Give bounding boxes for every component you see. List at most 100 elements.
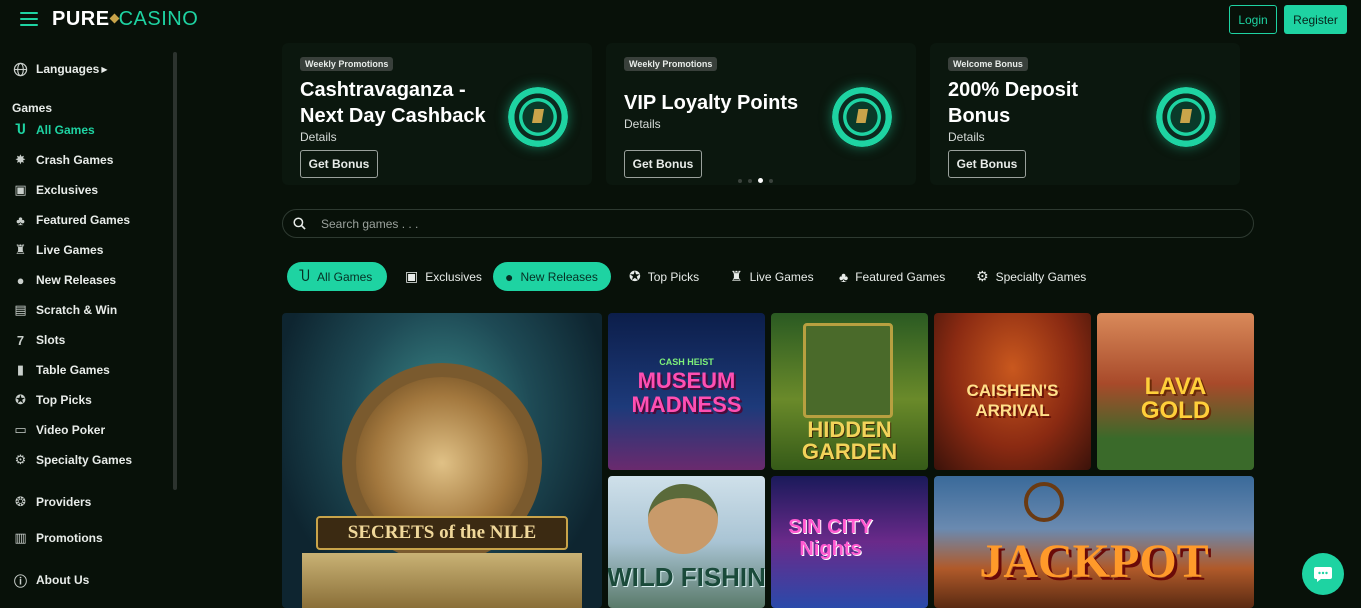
promo-card[interactable]: Weekly Promotions VIP Loyalty Points Det… [606,43,916,185]
sidebar-item-top-picks[interactable]: ✪ Top Picks [12,390,92,410]
menu-icon[interactable] [20,12,38,26]
logo[interactable]: PURE CASINO [52,8,198,31]
promo-details-link[interactable]: Details [624,117,661,131]
sidebar-item-about-us[interactable]: ⓘ About Us [12,570,89,590]
caret-right-icon: ▶ [101,64,108,74]
dealer-icon: ♜ [730,268,743,284]
carousel-dot[interactable] [738,179,742,183]
chat-bubble-icon [1314,567,1332,582]
scratch-ticket-icon: ▤ [14,302,27,317]
horseshoe-icon: Ⴎ [299,268,310,284]
tab-exclusives[interactable]: ▣ Exclusives [393,262,494,291]
game-title: JACKPOT [979,535,1209,588]
game-title: MUSEUM MADNESS [631,368,742,417]
tab-live-games[interactable]: ♜ Live Games [718,262,826,291]
carousel-dot[interactable] [769,179,773,183]
medal-icon: ✪ [15,392,26,407]
game-title: SIN CITY Nights [788,516,873,560]
sidebar-item-table-games[interactable]: ▮ Table Games [12,360,110,380]
game-tile[interactable]: SIN CITY Nights [771,476,928,608]
promo-tag: Weekly Promotions [624,57,718,71]
sidebar-item-video-poker[interactable]: ▭ Video Poker [12,420,105,440]
game-tile[interactable]: SECRETS of the NILE [282,313,602,608]
game-tile[interactable]: JACKPOT [934,476,1254,608]
horseshoe-icon: Ⴎ [15,122,26,137]
promo-title: 200% Deposit Bonus [948,79,1079,127]
gift-icon: ▥ [14,530,27,545]
promo-details-link[interactable]: Details [300,130,337,144]
game-title: CAISHEN'S ARRIVAL [966,381,1059,420]
promo-details-link[interactable]: Details [948,130,985,144]
sidebar-item-providers[interactable]: ❂ Providers [12,492,91,512]
sidebar-item-featured-games[interactable]: ♣ Featured Games [12,210,130,230]
search-input[interactable] [321,215,1221,233]
get-bonus-button[interactable]: Get Bonus [948,150,1026,178]
game-tile[interactable]: LAVA GOLD [1097,313,1254,470]
sidebar-item-promotions[interactable]: ▥ Promotions [12,528,102,548]
cherries-icon: ● [16,272,25,288]
tab-new-releases[interactable]: ● New Releases [493,262,611,291]
search-icon [293,217,306,230]
cards-icon: ▮ [16,362,25,377]
dealer-icon: ♜ [14,242,27,257]
carousel-dots [738,178,773,183]
logo-diamond-icon [109,13,120,24]
sidebar-item-all-games[interactable]: Ⴎ All Games [12,120,94,140]
game-title: SECRETS of the NILE [316,516,568,550]
promo-title: VIP Loyalty Points [624,92,799,114]
game-tile[interactable]: CASH HEIST MUSEUM MADNESS [608,313,765,470]
promo-card[interactable]: Welcome Bonus 200% Deposit Bonus Details… [930,43,1240,185]
sidebar-item-specialty-games[interactable]: ⚙ Specialty Games [12,450,132,470]
tab-top-picks[interactable]: ✪ Top Picks [617,262,711,291]
register-button[interactable]: Register [1284,5,1347,34]
game-tile[interactable]: WILD FISHIN [608,476,765,608]
gear-icon: ⚙ [14,452,27,467]
video-poker-icon: ▭ [14,422,27,437]
tab-all-games[interactable]: Ⴎ All Games [287,262,387,291]
game-title: WILD FISHIN [608,562,765,592]
casino-chip-icon [1156,87,1216,147]
chat-button[interactable] [1302,553,1344,595]
medal-icon: ✪ [629,268,641,284]
casino-chip-icon [832,87,892,147]
get-bonus-button[interactable]: Get Bonus [300,150,378,178]
game-tile[interactable]: CAISHEN'S ARRIVAL [934,313,1091,470]
sidebar-item-scratch-win[interactable]: ▤ Scratch & Win [12,300,117,320]
sidebar-item-live-games[interactable]: ♜ Live Games [12,240,104,260]
sidebar-item-exclusives[interactable]: ▣ Exclusives [12,180,98,200]
promo-tag: Welcome Bonus [948,57,1028,71]
search-bar [282,209,1254,238]
sidebar: Languages ▶ Games Ⴎ All Games ✸ Crash Games… [0,40,180,608]
globe-icon [12,62,29,77]
sidebar-scrollbar[interactable] [173,52,177,490]
games-heading: Games [12,101,53,115]
get-bonus-button[interactable]: Get Bonus [624,150,702,178]
top-bar: PURE CASINO Login Register [0,0,1361,40]
carousel-dot[interactable] [748,179,752,183]
promo-card[interactable]: Weekly Promotions Cashtravaganza - Next … [282,43,592,185]
game-subtitle: CASH HEIST [659,357,714,367]
info-icon: ⓘ [13,573,27,589]
game-title: HIDDEN GARDEN [801,417,898,464]
game-title: LAVA GOLD [1140,373,1211,424]
exclusive-badge-icon: ▣ [405,268,419,284]
game-tile[interactable]: HIDDEN GARDEN [771,313,928,470]
clover-icon: ♣ [839,268,849,285]
exclusive-badge-icon: ▣ [14,182,27,197]
providers-icon: ❂ [15,494,26,509]
cherries-icon: ● [505,268,514,285]
carousel-dot-active[interactable] [758,178,763,183]
promo-tag: Weekly Promotions [300,57,394,71]
languages-selector[interactable]: Languages ▶ [12,59,108,79]
sidebar-item-new-releases[interactable]: ● New Releases [12,270,117,290]
explosion-icon: ✸ [15,152,26,167]
tab-featured-games[interactable]: ♣ Featured Games [827,262,957,291]
gear-icon: ⚙ [976,268,989,284]
casino-chip-icon [508,87,568,147]
seven-icon: 7 [16,332,25,348]
sidebar-item-crash-games[interactable]: ✸ Crash Games [12,150,113,170]
promo-title: Cashtravaganza - Next Day Cashback [300,79,486,127]
login-button[interactable]: Login [1229,5,1277,34]
tab-specialty-games[interactable]: ⚙ Specialty Games [964,262,1098,291]
sidebar-item-slots[interactable]: 7 Slots [12,330,65,350]
